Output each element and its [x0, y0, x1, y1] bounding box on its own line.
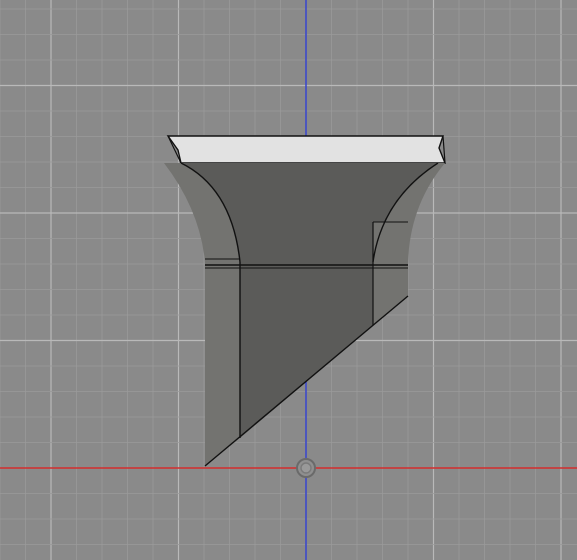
origin-marker[interactable] — [296, 458, 316, 478]
origin-inner-ring — [300, 462, 312, 474]
model-body[interactable] — [164, 135, 447, 467]
top-face[interactable] — [166, 135, 447, 164]
viewport-scene[interactable] — [0, 0, 577, 560]
cad-viewport[interactable] — [0, 0, 577, 560]
